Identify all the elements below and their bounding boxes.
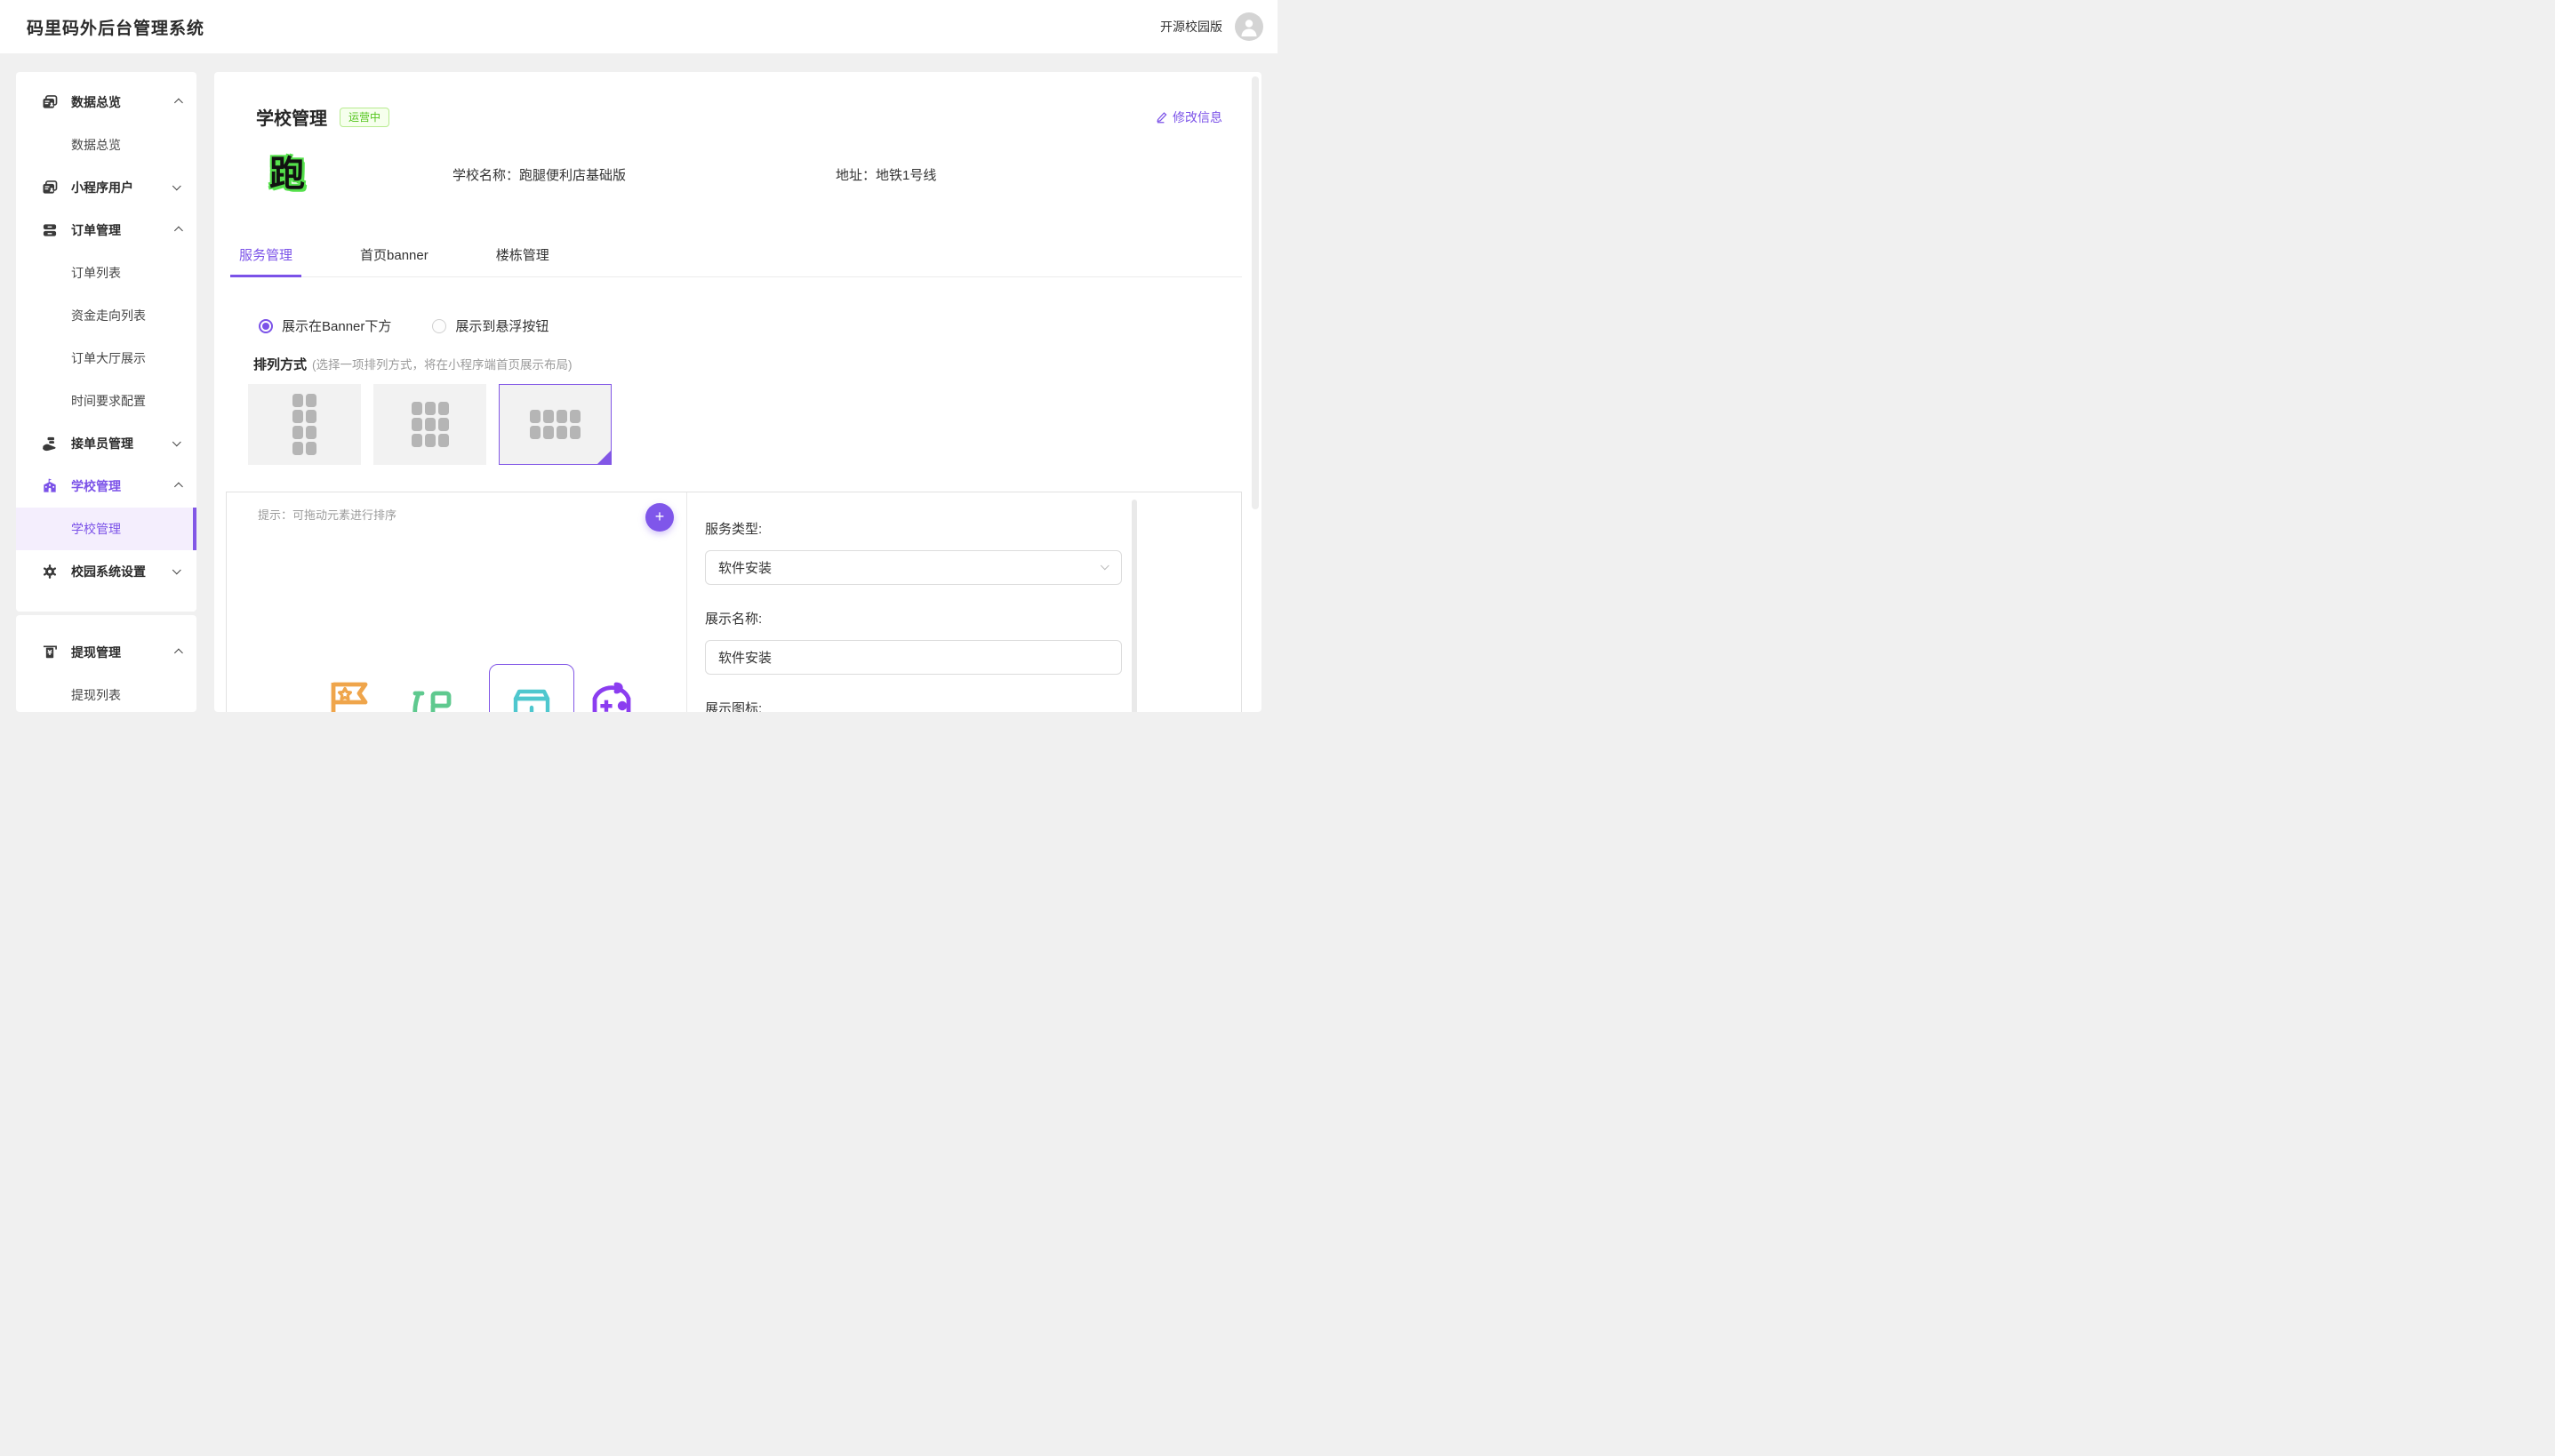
sidebar-item-miniprogram-users[interactable]: 小程序用户 [16,166,196,209]
school-info-row: 跑 学校名称：跑腿便利店基础版 地址：地铁1号线 [266,153,1261,196]
layout-option-3col[interactable] [373,384,486,465]
courier-management-icon [41,435,59,452]
layout-preview-2col [292,394,316,455]
display-name-input[interactable]: 软件安装 [705,640,1122,675]
sidebar-item-courier-management[interactable]: 接单员管理 [16,422,196,465]
data-overview-icon [41,93,59,111]
radio-floating-button[interactable] [432,319,446,333]
sidebar-item-label: 数据总览 [71,93,121,111]
miniprogram-users-icon [41,179,59,196]
status-badge: 运营中 [340,108,389,127]
main-scrollbar[interactable] [1252,76,1259,509]
svg-text:¥: ¥ [47,649,52,657]
layout-option-4col[interactable] [499,384,612,465]
arrangement-header: 排列方式 (选择一项排列方式，将在小程序端首页展示布局) [253,355,1261,373]
pencil-icon [1156,110,1169,124]
page-title: 学校管理 [256,104,327,130]
radio-banner-below[interactable] [259,319,273,333]
sidebar-panel-main: 数据总览 数据总览 小程序用户 订单管理 订单列表 [16,72,196,612]
flag-service-icon[interactable] [326,679,372,712]
content-area: 数据总览 数据总览 小程序用户 订单管理 订单列表 [0,53,1278,712]
sidebar-subitem-school-management[interactable]: 学校管理 [16,508,196,550]
display-position-options: 展示在Banner下方 展示到悬浮按钮 [259,316,1261,335]
selected-corner-badge [597,450,612,465]
page-title-row: 学校管理 运营中 修改信息 [256,104,1222,130]
arrangement-hint: (选择一项排列方式，将在小程序端首页展示布局) [312,355,573,372]
order-management-icon [41,221,59,239]
chevron-down-icon [172,181,181,190]
sidebar-item-data-overview[interactable]: 数据总览 [16,81,196,124]
service-icon-row [227,492,686,712]
edit-info-link[interactable]: 修改信息 [1156,108,1222,126]
sidebar-subitem-data-overview[interactable]: 数据总览 [16,124,196,166]
withdraw-icon: ¥ [41,644,59,661]
service-form: 服务类型: 软件安装 展示名称: 软件安装 展示图标: [687,492,1122,712]
app-header: 码里码外后台管理系统 开源校园版 [0,0,1278,53]
service-type-select[interactable]: 软件安装 [705,550,1122,585]
layout-preview-3col [412,402,449,447]
gamepad-service-icon[interactable] [586,681,637,712]
selected-service-card[interactable] [489,664,574,712]
sidebar-subitem-order-list[interactable]: 订单列表 [16,252,196,294]
form-scrollbar[interactable] [1132,500,1137,712]
sidebar-subitem-withdraw-list[interactable]: 提现列表 [16,674,196,712]
scooter-service-icon[interactable] [404,686,458,712]
chevron-up-icon [174,226,183,235]
display-name-label: 展示名称: [705,609,1122,628]
sidebar-subitem-time-requirement-config[interactable]: 时间要求配置 [16,380,196,422]
school-address-field: 地址：地铁1号线 [836,165,936,184]
chevron-down-icon [172,437,181,446]
sidebar-subitem-fund-flow-list[interactable]: 资金走向列表 [16,294,196,337]
radio-banner-below-label[interactable]: 展示在Banner下方 [282,316,391,335]
sidebar-item-withdraw-management[interactable]: ¥ 提现管理 [16,631,196,674]
chevron-up-icon [174,482,183,491]
service-config-section: 提示：可拖动元素进行排序 + [226,492,1242,712]
app-title: 码里码外后台管理系统 [27,15,204,39]
tab-building-management[interactable]: 楼栋管理 [487,245,558,276]
sidebar-subitem-order-hall-display[interactable]: 订单大厅展示 [16,337,196,380]
tab-home-banner[interactable]: 首页banner [351,245,437,276]
layout-options [248,384,1261,465]
radio-floating-button-label[interactable]: 展示到悬浮按钮 [455,316,549,335]
chevron-down-icon [172,565,181,574]
edition-label: 开源校园版 [1160,18,1222,36]
sidebar-item-campus-system-settings[interactable]: 校园系统设置 [16,550,196,593]
school-logo: 跑 [266,153,308,196]
service-type-label: 服务类型: [705,519,1122,538]
user-avatar[interactable] [1235,12,1263,41]
school-management-icon [41,477,59,495]
display-icon-label: 展示图标: [705,699,1122,712]
service-drag-area: 提示：可拖动元素进行排序 + [227,492,687,712]
person-icon [1235,12,1263,41]
chevron-up-icon [174,648,183,657]
tab-service-management[interactable]: 服务管理 [230,245,301,276]
tab-bar: 服务管理 首页banner 楼栋管理 [230,245,1242,277]
install-box-icon [507,684,557,712]
chevron-down-icon [1101,561,1109,570]
sidebar-panel-withdraw: ¥ 提现管理 提现列表 [16,615,196,712]
arrangement-title: 排列方式 [253,355,307,373]
layout-option-2col[interactable] [248,384,361,465]
layout-preview-4col [530,410,581,439]
main-card: 学校管理 运营中 修改信息 跑 学校名称：跑腿便利店基础版 地址：地铁1号线 服… [214,72,1261,712]
header-right: 开源校园版 [1160,12,1263,41]
sidebar-item-school-management[interactable]: 学校管理 [16,465,196,508]
sidebar: 数据总览 数据总览 小程序用户 订单管理 订单列表 [16,72,196,712]
school-name-field: 学校名称：跑腿便利店基础版 [453,165,626,184]
sidebar-item-order-management[interactable]: 订单管理 [16,209,196,252]
chevron-up-icon [174,98,183,107]
gear-icon [41,563,59,580]
